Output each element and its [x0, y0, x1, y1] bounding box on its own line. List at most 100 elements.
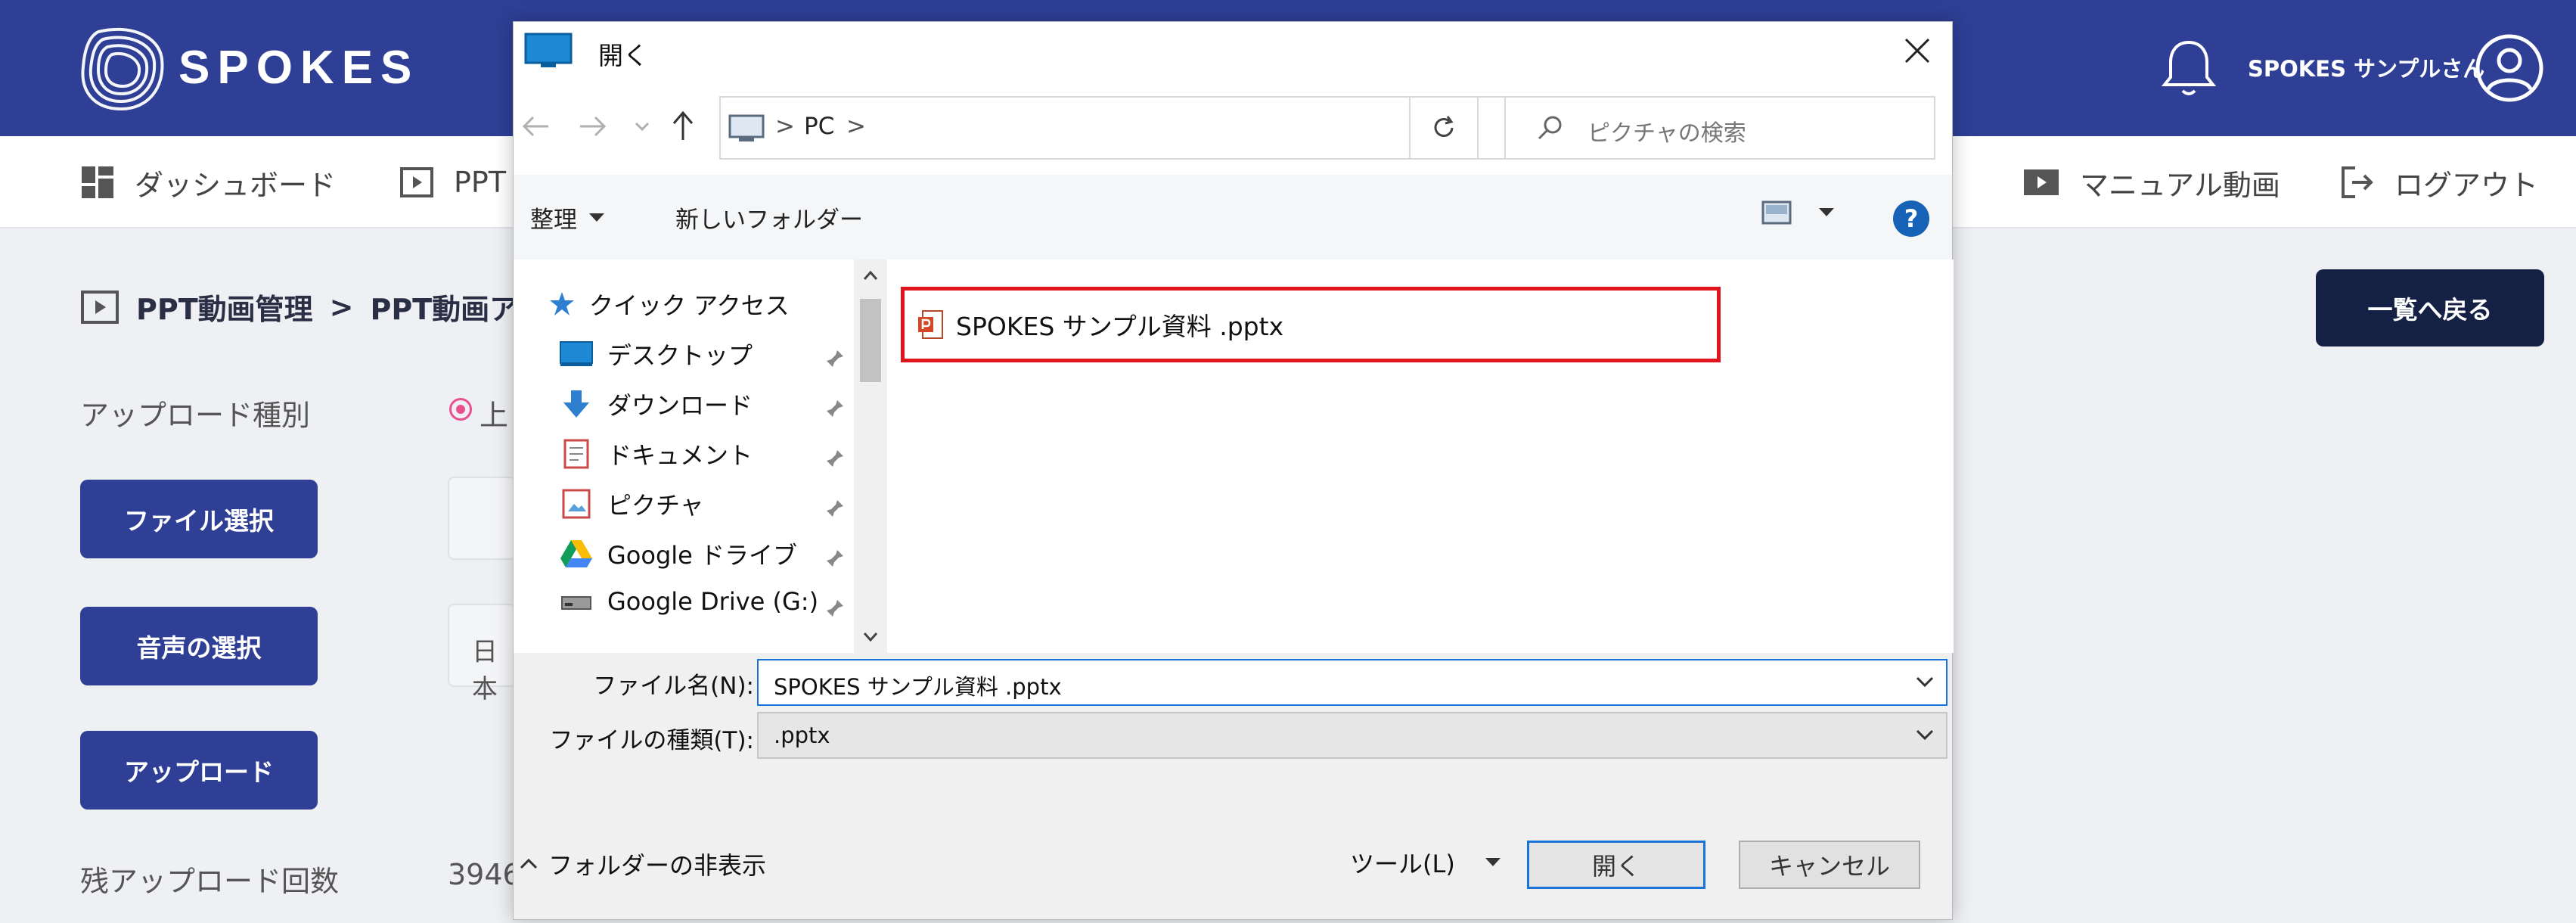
help-icon[interactable]: ?	[1893, 200, 1929, 237]
tools-label: ツール(L)	[1350, 850, 1455, 878]
pin-icon[interactable]	[825, 499, 845, 518]
dashboard-icon	[82, 166, 113, 198]
pin-icon[interactable]	[825, 449, 845, 468]
filename-label: ファイル名(N):	[593, 673, 754, 700]
nav-download[interactable]: ダウンロード	[559, 387, 753, 421]
file-open-dialog: 開く > PC > ピクチャの検索 整理 新しいフォルダー ? クイック アクセ…	[513, 21, 1954, 920]
bell-icon[interactable]	[2160, 36, 2218, 100]
nav-label-ppt: PPT	[454, 166, 507, 199]
nav-google-drive-label: Google ドライブ	[607, 541, 798, 570]
logo-text: SPOKES	[178, 42, 420, 94]
close-icon[interactable]	[1896, 30, 1938, 72]
remaining-uploads-value: 3946	[448, 858, 521, 891]
nav-desktop-label: デスクトップ	[607, 341, 753, 370]
breadcrumb-ppt-management[interactable]: PPT動画管理	[136, 286, 313, 328]
scroll-up-icon[interactable]	[863, 270, 878, 281]
nav-download-label: ダウンロード	[607, 391, 753, 420]
nav-desktop[interactable]: デスクトップ	[559, 337, 753, 371]
video-icon	[2024, 169, 2059, 195]
filename-input[interactable]: SPOKES サンプル資料 .pptx	[757, 659, 1948, 706]
nav-item-dashboard[interactable]: ダッシュボード	[80, 162, 336, 203]
refresh-icon	[1434, 116, 1454, 137]
hide-folders-toggle[interactable]: フォルダーの非表示	[520, 847, 766, 881]
pin-icon[interactable]	[825, 598, 845, 618]
dialog-titlebar[interactable]: 開く	[514, 22, 1952, 79]
refresh-button[interactable]	[1409, 96, 1479, 160]
recent-chevron-icon[interactable]	[635, 122, 650, 132]
nav-google-drive[interactable]: Google ドライブ	[559, 536, 797, 571]
nav-google-drive-g-label: Google Drive (G:)	[607, 587, 819, 616]
film-icon	[81, 290, 119, 324]
back-to-list-button[interactable]: 一覧へ戻る	[2316, 269, 2544, 347]
pin-icon[interactable]	[825, 399, 845, 418]
document-icon	[563, 439, 589, 469]
spokes-logo[interactable]: SPOKES	[76, 21, 411, 115]
dialog-title: 開く	[598, 41, 648, 70]
nav-pane-scrollbar[interactable]	[854, 259, 887, 653]
dialog-app-icon	[524, 33, 573, 67]
pc-icon	[728, 114, 765, 141]
nav-label-dashboard: ダッシュボード	[135, 168, 337, 202]
scroll-thumb[interactable]	[860, 299, 881, 382]
voice-select-field[interactable]: 日本	[448, 604, 516, 704]
open-button[interactable]: 開く	[1527, 841, 1705, 889]
cancel-button[interactable]: キャンセル	[1739, 841, 1920, 889]
filetype-select[interactable]: .pptx	[757, 712, 1948, 759]
file-name-field	[448, 477, 516, 560]
nav-pictures-label: ピクチャ	[607, 491, 704, 520]
address-separator-2: >	[846, 113, 866, 140]
voice-select-button[interactable]: 音声の選択	[80, 607, 318, 685]
upload-button[interactable]: アップロード	[80, 731, 318, 810]
address-location[interactable]: PC	[804, 113, 834, 140]
file-select-button[interactable]: ファイル選択	[80, 480, 318, 558]
back-arrow-icon[interactable]	[521, 113, 551, 140]
search-placeholder: ピクチャの検索	[1587, 120, 1746, 147]
pin-icon[interactable]	[825, 549, 845, 568]
pptx-icon	[918, 310, 943, 339]
view-icon	[1761, 200, 1792, 225]
filetype-label: ファイルの種類(T):	[549, 727, 754, 754]
voice-select-value: 日本	[472, 637, 498, 704]
forward-arrow-icon[interactable]	[577, 113, 607, 140]
nav-quick-access[interactable]: クイック アクセス	[548, 287, 790, 322]
navigation-pane: クイック アクセス デスクトップ ダウンロード ドキュメント ピクチャ Goog…	[514, 259, 887, 653]
upload-type-radio[interactable]	[449, 398, 472, 421]
file-list-pane: SPOKES サンプル資料 .pptx	[887, 259, 1954, 653]
up-arrow-icon[interactable]	[669, 110, 697, 141]
star-icon	[550, 292, 574, 315]
hide-folders-label: フォルダーの非表示	[548, 851, 767, 880]
nav-google-drive-g[interactable]: Google Drive (G:)	[559, 586, 818, 617]
address-bar[interactable]: > PC >	[719, 96, 1622, 160]
scroll-down-icon[interactable]	[863, 632, 878, 642]
organize-menu[interactable]: 整理	[530, 200, 604, 235]
address-row: > PC > ピクチャの検索	[514, 79, 1952, 175]
search-box[interactable]: ピクチャの検索	[1504, 96, 1935, 160]
file-item-pptx[interactable]: SPOKES サンプル資料 .pptx	[901, 287, 1721, 362]
view-options[interactable]	[1761, 200, 1834, 225]
file-item-name: SPOKES サンプル資料 .pptx	[956, 312, 1284, 341]
nav-pictures[interactable]: ピクチャ	[559, 486, 704, 521]
nav-item-ppt[interactable]: PPT	[399, 162, 506, 203]
tools-menu[interactable]: ツール(L)	[1350, 845, 1501, 880]
nav-label-manual-video: マニュアル動画	[2080, 168, 2280, 202]
pin-icon[interactable]	[825, 349, 845, 368]
nav-documents-label: ドキュメント	[607, 441, 753, 470]
new-folder-button[interactable]: 新しいフォルダー	[675, 200, 863, 235]
google-drive-icon	[560, 540, 592, 567]
chevron-down-icon	[1916, 729, 1934, 741]
nav-quick-access-label: クイック アクセス	[589, 291, 790, 320]
breadcrumb-separator: >	[329, 290, 354, 324]
nav-label-logout: ログアウト	[2394, 168, 2539, 202]
drive-icon	[561, 596, 591, 610]
nav-item-manual-video[interactable]: マニュアル動画	[2022, 162, 2280, 203]
command-bar: 整理 新しいフォルダー ?	[514, 175, 1952, 259]
nav-item-logout[interactable]: ログアウト	[2340, 162, 2538, 203]
film-icon	[400, 167, 433, 197]
avatar-icon[interactable]	[2475, 33, 2544, 103]
breadcrumb-current: PPT動画ア	[370, 293, 519, 326]
upload-type-radio-label: 上	[480, 399, 509, 432]
breadcrumb: PPT動画管理 > PPT動画ア	[80, 286, 518, 328]
chevron-up-icon	[520, 858, 538, 869]
chevron-down-icon[interactable]	[1916, 676, 1934, 688]
nav-documents[interactable]: ドキュメント	[559, 437, 753, 471]
